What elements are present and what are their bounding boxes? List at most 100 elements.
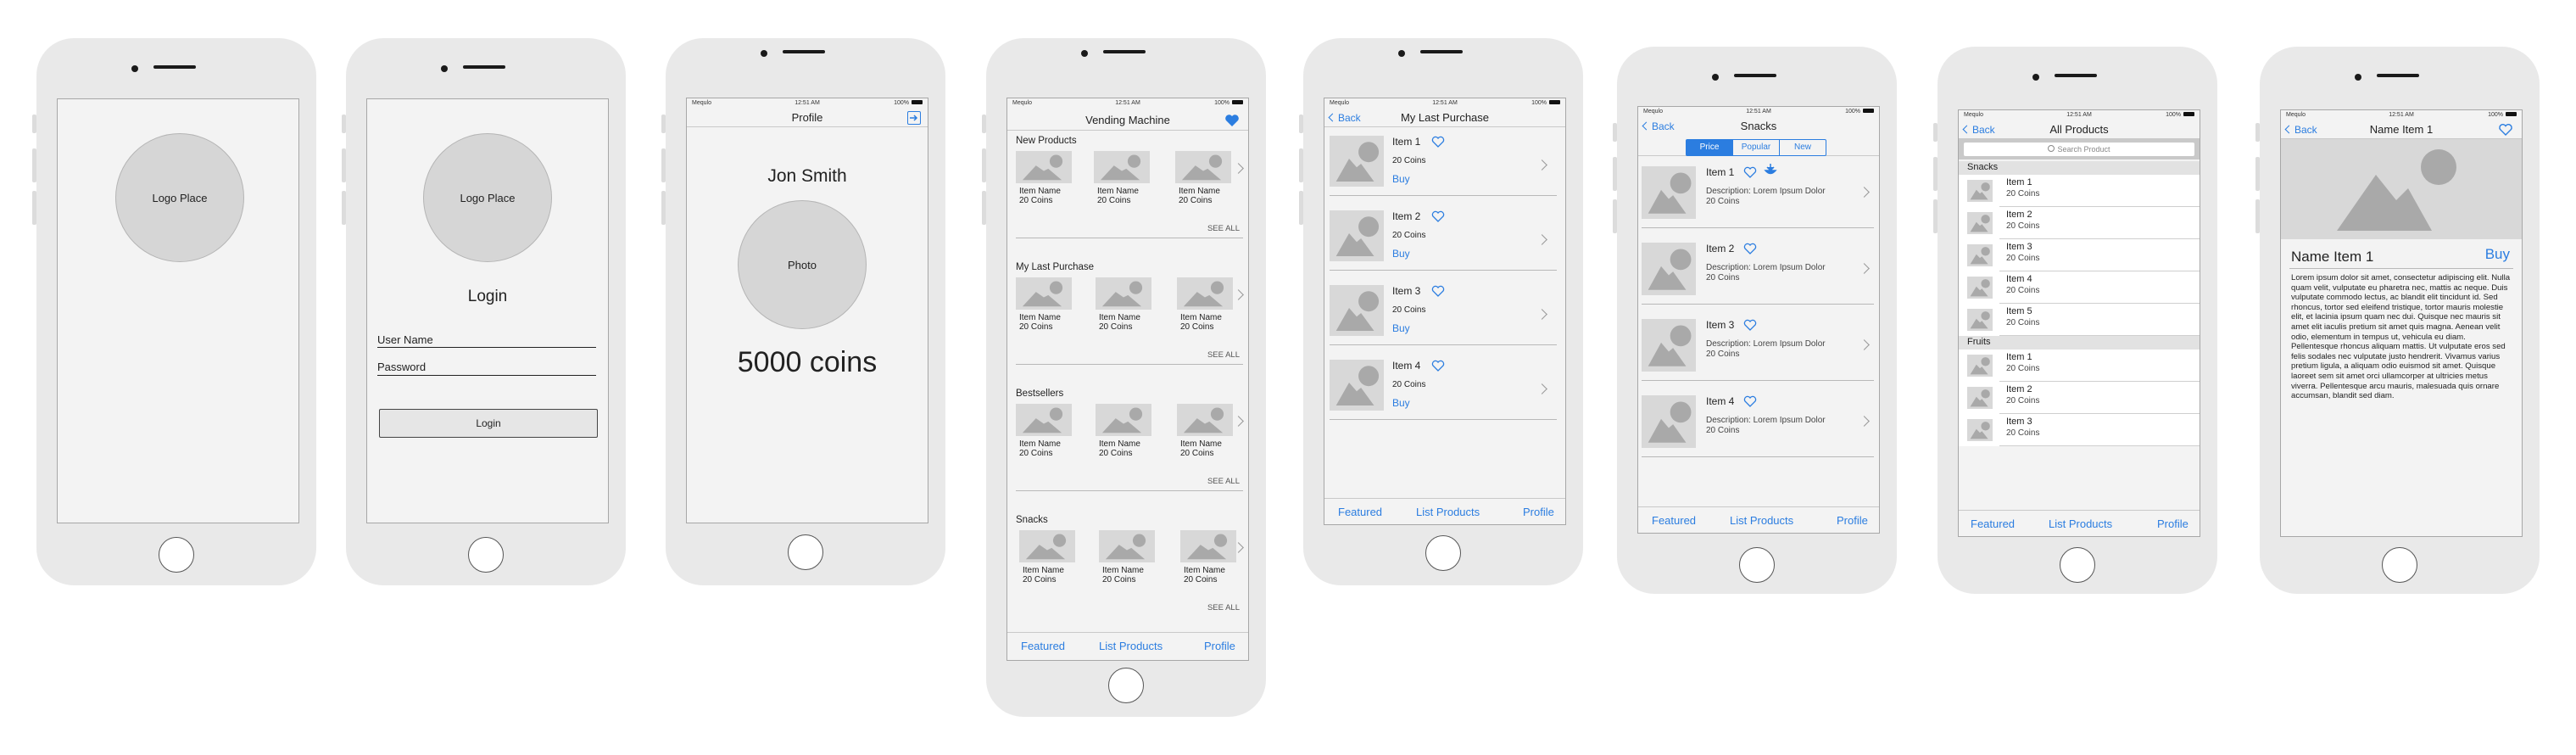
- buy-button[interactable]: Buy: [1392, 248, 1410, 260]
- list-item[interactable]: Item 1 20 Coins: [1959, 350, 2200, 382]
- list-item[interactable]: Item 1 Description: Lorem Ipsum Dolor 20 C…: [1638, 161, 1879, 238]
- home-button[interactable]: [788, 534, 823, 570]
- home-button[interactable]: [1739, 547, 1775, 583]
- heart-icon[interactable]: [1431, 360, 1445, 372]
- product-card[interactable]: Item Name 20 Coins: [1177, 404, 1236, 458]
- search-input[interactable]: Search Product: [1964, 143, 2194, 156]
- image-placeholder-icon: [1967, 387, 1993, 409]
- product-card[interactable]: Item Name 20 Coins: [1094, 151, 1153, 205]
- product-card[interactable]: Item Name 20 Coins: [1175, 151, 1235, 205]
- product-card[interactable]: Item Name 20 Coins: [1096, 277, 1155, 332]
- clock: 12:51 AM: [1432, 100, 1458, 106]
- list-item[interactable]: Item 3 20 Coins Buy: [1324, 282, 1565, 356]
- battery-level: 100%: [1845, 109, 1860, 115]
- heart-icon[interactable]: [1743, 395, 1757, 407]
- tab-profile[interactable]: Profile: [1837, 514, 1868, 527]
- see-all-link[interactable]: SEE ALL: [1207, 603, 1240, 612]
- list-item[interactable]: Item 4 20 Coins Buy: [1324, 356, 1565, 431]
- image-placeholder-icon: [1096, 277, 1151, 310]
- nav-bar: Profile: [687, 108, 928, 127]
- item-description: Description: Lorem Ipsum Dolor: [1706, 416, 1826, 425]
- list-item[interactable]: Item 3 20 Coins: [1959, 414, 2200, 446]
- tab-featured[interactable]: Featured: [1021, 640, 1065, 652]
- chevron-right-icon: [1536, 383, 1547, 394]
- list-item[interactable]: Item 2 20 Coins: [1959, 382, 2200, 414]
- item-price: 20 Coins: [1019, 322, 1053, 332]
- item-price: 20 Coins: [2006, 221, 2040, 231]
- see-all-link[interactable]: SEE ALL: [1207, 477, 1240, 486]
- list-item[interactable]: Item 4 Description: Lorem Ipsum Dolor 20 C…: [1638, 390, 1879, 467]
- logout-icon[interactable]: [907, 111, 921, 125]
- list-item[interactable]: Item 2 Description: Lorem Ipsum Dolor 20 C…: [1638, 238, 1879, 314]
- item-price: 20 Coins: [2006, 396, 2040, 405]
- password-label: Password: [377, 361, 427, 373]
- list-item[interactable]: Item 2 20 Coins Buy: [1324, 207, 1565, 282]
- nav-bar: Back My Last Purchase: [1324, 108, 1565, 127]
- home-button[interactable]: [1108, 668, 1144, 703]
- segment-new[interactable]: New: [1779, 140, 1826, 155]
- heart-icon[interactable]: [1743, 319, 1757, 331]
- volume-up: [982, 148, 986, 182]
- buy-button[interactable]: Buy: [1392, 397, 1410, 409]
- tab-profile[interactable]: Profile: [1204, 640, 1235, 652]
- segment-price[interactable]: Price: [1687, 140, 1732, 155]
- segment-popular[interactable]: Popular: [1732, 140, 1779, 155]
- tab-profile[interactable]: Profile: [2157, 517, 2188, 530]
- password-field[interactable]: [377, 375, 596, 376]
- product-card[interactable]: Item Name 20 Coins: [1180, 530, 1240, 584]
- product-card[interactable]: Item Name 20 Coins: [1016, 151, 1075, 205]
- logo-label: Logo Place: [460, 191, 516, 204]
- home-button[interactable]: [159, 537, 194, 573]
- heart-icon[interactable]: [1743, 166, 1757, 178]
- heart-icon[interactable]: [1743, 243, 1757, 254]
- heart-icon[interactable]: [1431, 136, 1445, 148]
- login-button[interactable]: Login: [379, 409, 598, 438]
- favorite-heart-icon[interactable]: [2498, 123, 2513, 137]
- product-card[interactable]: Item Name 20 Coins: [1177, 277, 1236, 332]
- tab-list-products[interactable]: List Products: [1416, 506, 1480, 518]
- tab-profile[interactable]: Profile: [1523, 506, 1554, 518]
- status-bar: Mequlo 12:51 AM 100%: [1638, 107, 1879, 116]
- tab-list-products[interactable]: List Products: [1099, 640, 1163, 652]
- list-item[interactable]: Item 1 20 Coins: [1959, 175, 2200, 207]
- tab-featured[interactable]: Featured: [1652, 514, 1696, 527]
- product-card[interactable]: Item Name 20 Coins: [1099, 530, 1158, 584]
- home-button[interactable]: [468, 537, 504, 573]
- item-name: Item 3: [1706, 319, 1735, 331]
- item-price: 20 Coins: [1179, 196, 1213, 205]
- tab-list-products[interactable]: List Products: [1730, 514, 1793, 527]
- tab-featured[interactable]: Featured: [1971, 517, 2015, 530]
- volume-down: [32, 191, 36, 225]
- download-icon[interactable]: [1764, 163, 1777, 176]
- home-button[interactable]: [2060, 547, 2095, 583]
- screen: Mequlo 12:51 AM 100% Profile Jon Smith Pho…: [686, 98, 928, 523]
- buy-button[interactable]: Buy: [1392, 173, 1410, 185]
- heart-icon[interactable]: [1431, 285, 1445, 297]
- product-card[interactable]: Item Name 20 Coins: [1016, 404, 1075, 458]
- row-divider: [1642, 304, 1874, 305]
- see-all-link[interactable]: SEE ALL: [1207, 224, 1240, 233]
- nav-bar: Back All Products: [1959, 120, 2200, 139]
- list-item[interactable]: Item 2 20 Coins: [1959, 207, 2200, 239]
- favorites-heart-icon[interactable]: [1224, 114, 1240, 127]
- item-name: Item 1: [1706, 166, 1735, 178]
- home-button[interactable]: [2382, 547, 2417, 583]
- product-card[interactable]: Item Name 20 Coins: [1019, 530, 1079, 584]
- list-item[interactable]: Item 1 20 Coins Buy: [1324, 132, 1565, 207]
- list-item[interactable]: Item 3 Description: Lorem Ipsum Dolor 20 C…: [1638, 314, 1879, 390]
- product-card[interactable]: Item Name 20 Coins: [1016, 277, 1075, 332]
- username-field[interactable]: [377, 347, 596, 348]
- buy-button[interactable]: Buy: [2485, 246, 2510, 263]
- tab-list-products[interactable]: List Products: [2049, 517, 2112, 530]
- see-all-link[interactable]: SEE ALL: [1207, 350, 1240, 360]
- image-placeholder-icon: [1330, 285, 1384, 336]
- buy-button[interactable]: Buy: [1392, 322, 1410, 334]
- image-placeholder-icon: [1330, 360, 1384, 411]
- tab-featured[interactable]: Featured: [1338, 506, 1382, 518]
- home-button[interactable]: [1425, 535, 1461, 571]
- product-card[interactable]: Item Name 20 Coins: [1096, 404, 1155, 458]
- list-item[interactable]: Item 3 20 Coins: [1959, 239, 2200, 271]
- heart-icon[interactable]: [1431, 210, 1445, 222]
- list-item[interactable]: Item 4 20 Coins: [1959, 271, 2200, 304]
- list-item[interactable]: Item 5 20 Coins: [1959, 304, 2200, 336]
